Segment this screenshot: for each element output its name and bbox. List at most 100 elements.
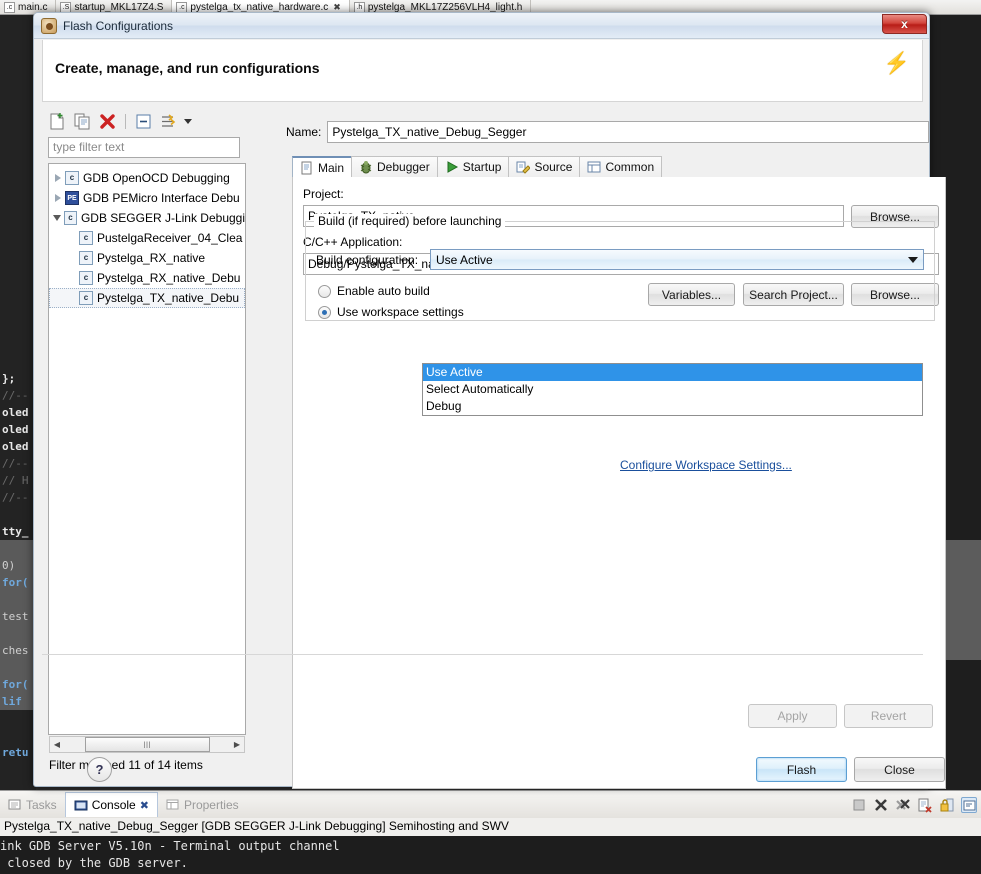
footer-separator: [42, 654, 923, 655]
radio-button-icon[interactable]: [318, 305, 331, 319]
expander-icon[interactable]: [51, 215, 64, 221]
tree-item-gdb-segger-jlink-debugging[interactable]: c GDB SEGGER J-Link Debuggi: [49, 208, 245, 228]
close-icon[interactable]: ✖: [333, 2, 341, 13]
close-icon[interactable]: x: [882, 14, 927, 34]
tab-common[interactable]: Common: [579, 156, 663, 177]
help-button[interactable]: ?: [87, 757, 112, 782]
stop-square-icon[interactable]: [851, 797, 867, 813]
tab-main[interactable]: Main: [292, 156, 353, 177]
copy-icon[interactable]: [73, 112, 92, 131]
expander-icon[interactable]: [51, 174, 65, 182]
pin-icon[interactable]: ✖: [140, 799, 149, 812]
build-configuration-combo[interactable]: Use Active: [430, 249, 924, 270]
dropdown-option-select-automatically[interactable]: Select Automatically: [423, 381, 922, 398]
console-output[interactable]: ink GDB Server V5.10n - Terminal output …: [0, 836, 981, 874]
console-title: Pystelga_TX_native_Debug_Segger [GDB SEG…: [4, 819, 509, 833]
tab-properties[interactable]: Properties: [158, 792, 247, 817]
tree-horizontal-scrollbar[interactable]: ◀ III ▶: [49, 736, 245, 753]
radio-use-workspace-settings[interactable]: Use workspace settings: [318, 305, 464, 319]
code-line: retu: [2, 746, 29, 759]
build-configuration-dropdown[interactable]: Use Active Select Automatically Debug: [422, 363, 923, 416]
double-x-icon[interactable]: [895, 797, 911, 813]
tree-item-pystelga-tx-native-debug[interactable]: c Pystelga_TX_native_Debu: [49, 288, 245, 308]
scroll-right-icon[interactable]: ▶: [230, 740, 244, 749]
configurations-tree[interactable]: c GDB OpenOCD Debugging PE GDB PEMicro I…: [48, 163, 246, 735]
scrollbar-thumb[interactable]: III: [84, 737, 210, 752]
code-line: //--: [2, 457, 29, 470]
c-config-icon: c: [79, 271, 93, 285]
code-line: // H: [2, 474, 29, 487]
build-group: Build (if required) before launching Bui…: [305, 214, 935, 321]
flash-configurations-dialog: Flash Configurations x Create, manage, a…: [33, 12, 946, 789]
code-line: test: [0, 608, 36, 625]
filter-input[interactable]: type filter text: [48, 137, 240, 158]
configuration-editor-panel: Name: Pystelga_TX_native_Debug_Segger Ma…: [286, 121, 946, 789]
tab-startup[interactable]: Startup: [436, 156, 510, 177]
display-console-icon[interactable]: [961, 796, 977, 813]
tree-item-gdb-pemicro-interface-debugging[interactable]: PE GDB PEMicro Interface Debu: [49, 188, 245, 208]
scroll-left-icon[interactable]: ◀: [50, 740, 64, 749]
apply-button[interactable]: Apply: [748, 704, 837, 728]
tree-item-label: GDB PEMicro Interface Debu: [83, 191, 240, 205]
tab-label: Tasks: [26, 797, 57, 812]
tree-item-label: Pystelga_TX_native_Debu: [97, 291, 240, 305]
dialog-title-bar[interactable]: Flash Configurations x: [34, 13, 929, 39]
tree-item-gdb-openocd-debugging[interactable]: c GDB OpenOCD Debugging: [49, 168, 245, 188]
dropdown-option-use-active[interactable]: Use Active: [423, 364, 922, 381]
code-editor-strip[interactable]: };//-- oled oled oled//--// H//-- tty_ 0) for(…: [0, 15, 36, 790]
x-icon[interactable]: [873, 797, 889, 813]
tab-console[interactable]: Console ✖: [64, 792, 158, 817]
console-tab-bar: Tasks Console ✖ Properties: [0, 791, 981, 818]
tab-label: Startup: [462, 160, 502, 174]
flash-button[interactable]: Flash: [756, 757, 847, 782]
radio-label: Use workspace settings: [337, 305, 464, 319]
code-line: [0, 591, 36, 608]
editor-tab-label: pystelga_MKL17Z256VLH4_light.h: [367, 1, 523, 13]
red-x-icon[interactable]: [98, 112, 117, 131]
configuration-tabs: Main Debugger Startup Source Common: [292, 156, 946, 178]
bug-icon: [359, 160, 373, 174]
build-configuration-value: Use Active: [436, 252, 493, 267]
name-label: Name:: [286, 125, 322, 139]
code-line: //--: [2, 389, 29, 402]
lock-icon[interactable]: [939, 797, 955, 813]
source-folder-icon: [516, 160, 532, 174]
c-config-icon: c: [79, 291, 93, 305]
new-document-icon[interactable]: [48, 112, 67, 131]
c-config-icon: c: [65, 171, 79, 185]
lightning-bolt-icon: ⚡: [883, 52, 910, 75]
tree-item-pustelgareceiver-04[interactable]: c PustelgaReceiver_04_Clea: [49, 228, 245, 248]
project-label: Project:: [303, 187, 344, 201]
revert-button[interactable]: Revert: [844, 704, 933, 728]
tree-item-label: GDB OpenOCD Debugging: [83, 171, 230, 185]
expander-icon[interactable]: [51, 194, 65, 202]
asm-file-icon: .S: [60, 1, 72, 13]
radio-button-icon[interactable]: [318, 284, 331, 298]
editor-tab-label: startup_MKL17Z4.S: [74, 1, 164, 13]
radio-enable-auto-build[interactable]: Enable auto build: [318, 284, 430, 298]
tab-debugger[interactable]: Debugger: [351, 156, 438, 177]
code-line: for(: [0, 676, 36, 693]
collapse-all-icon[interactable]: [134, 112, 153, 131]
console-toolbar: [851, 793, 977, 816]
chevron-down-icon[interactable]: [906, 254, 920, 267]
tab-source[interactable]: Source: [508, 156, 581, 177]
chevron-down-icon[interactable]: [184, 119, 192, 124]
c-file-icon: .c: [176, 1, 188, 13]
console-panel: Tasks Console ✖ Properties Pystelga_TX_n…: [0, 790, 981, 874]
code-line: oled: [2, 440, 29, 453]
table-icon: [587, 160, 601, 174]
tree-item-pystelga-rx-native-debug[interactable]: c Pystelga_RX_native_Debu: [49, 268, 245, 288]
clear-console-icon[interactable]: [917, 797, 933, 813]
close-button[interactable]: Close: [854, 757, 945, 782]
tree-item-pystelga-rx-native[interactable]: c Pystelga_RX_native: [49, 248, 245, 268]
configure-workspace-settings-link[interactable]: Configure Workspace Settings...: [620, 458, 792, 472]
filter-icon[interactable]: [159, 112, 178, 131]
name-input[interactable]: Pystelga_TX_native_Debug_Segger: [327, 121, 930, 143]
dropdown-option-debug[interactable]: Debug: [423, 398, 922, 415]
console-icon: [74, 799, 88, 812]
tree-toolbar: [45, 109, 249, 134]
tab-tasks[interactable]: Tasks: [0, 792, 65, 817]
